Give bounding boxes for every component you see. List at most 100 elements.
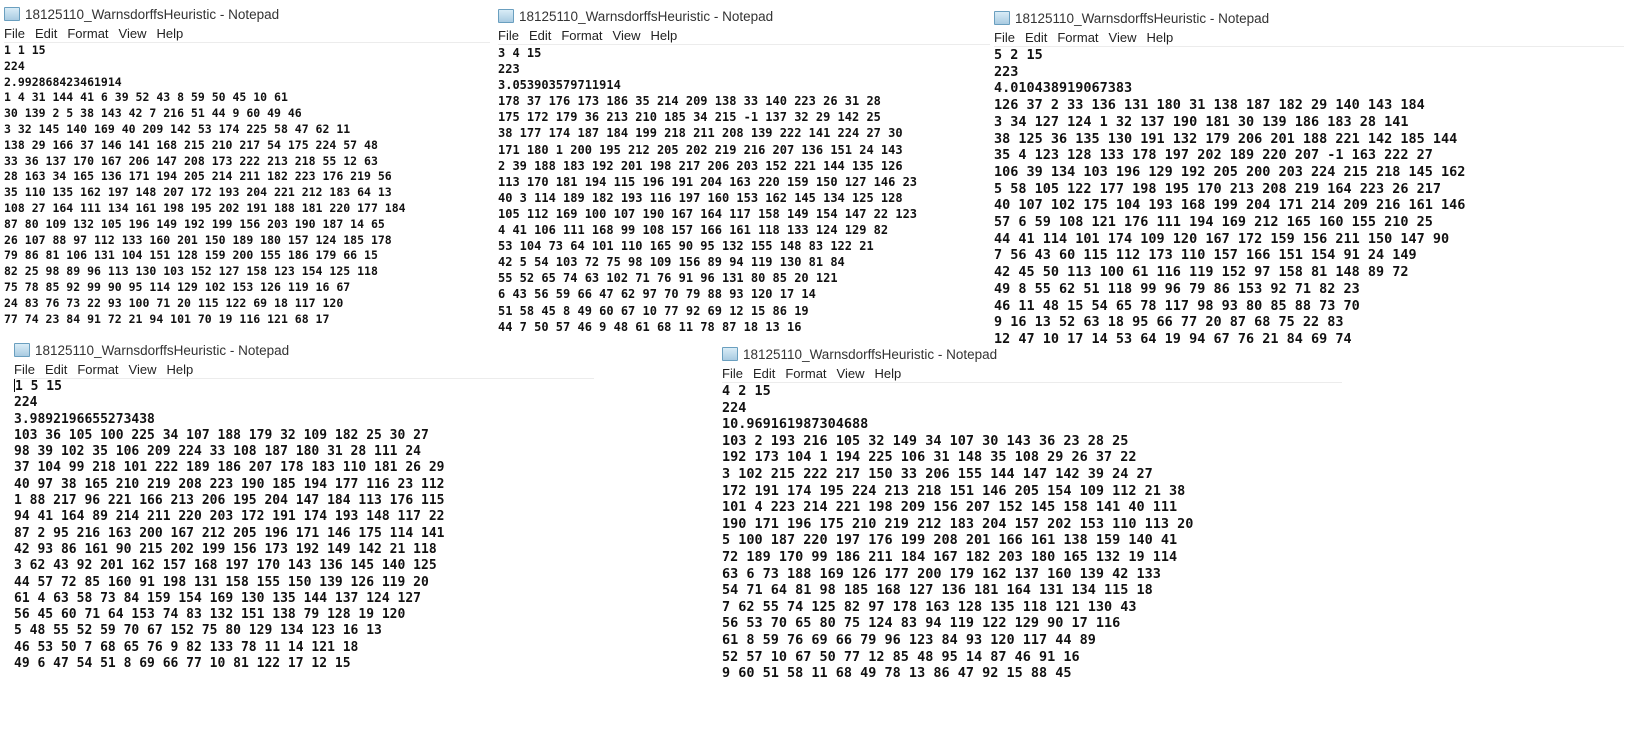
text-line: 106 39 134 103 196 129 192 205 200 203 2… (994, 163, 1466, 180)
notepad-window-1: 18125110_WarnsdorffsHeuristic - Notepad … (4, 4, 490, 328)
window-title: 18125110_WarnsdorffsHeuristic - Notepad (1015, 10, 1270, 26)
text-line: 87 80 109 132 105 196 149 192 199 156 20… (4, 216, 385, 231)
text-line: 61 4 63 58 73 84 159 154 169 130 135 144… (14, 590, 421, 606)
text-area[interactable]: 1 5 15 224 3.9892196655273438 103 36 105 10… (14, 379, 594, 672)
text-line: 113 170 181 194 115 196 191 204 163 220 … (498, 174, 918, 189)
menu-edit[interactable]: Edit (753, 366, 775, 381)
text-line: 46 53 50 7 68 65 76 9 82 133 78 11 14 12… (14, 639, 359, 655)
menu-bar: File Edit Format View Help (14, 360, 594, 379)
window-title: 18125110_WarnsdorffsHeuristic - Notepad (25, 6, 280, 22)
title-bar[interactable]: 18125110_WarnsdorffsHeuristic - Notepad (722, 344, 1342, 364)
text-line: 223 (994, 63, 1019, 80)
text-area[interactable]: 1 1 15 224 2.992868423461914 1 4 31 144 41 … (4, 43, 490, 327)
notepad-window-4: 18125110_WarnsdorffsHeuristic - Notepad … (14, 340, 594, 673)
notepad-window-2: 18125110_WarnsdorffsHeuristic - Notepad … (498, 6, 990, 335)
notepad-icon (14, 343, 30, 357)
text-line: 3.9892196655273438 (14, 411, 155, 427)
title-bar[interactable]: 18125110_WarnsdorffsHeuristic - Notepad (498, 6, 990, 26)
text-line: 38 177 174 187 184 199 218 211 208 139 2… (498, 126, 903, 141)
menu-edit[interactable]: Edit (1025, 30, 1047, 45)
menu-help[interactable]: Help (156, 26, 183, 41)
text-line: 98 39 102 35 106 209 224 33 108 187 180 … (14, 444, 421, 460)
menu-edit[interactable]: Edit (45, 362, 67, 377)
text-line: 56 53 70 65 80 75 124 83 94 119 122 129 … (722, 615, 1121, 632)
text-line: 1 5 15 (14, 379, 594, 395)
text-line: 49 6 47 54 51 8 69 66 77 10 81 122 17 12… (14, 656, 351, 672)
text-line: 30 139 2 5 38 143 42 7 216 51 44 9 60 49… (4, 106, 302, 121)
notepad-window-3: 18125110_WarnsdorffsHeuristic - Notepad … (994, 8, 1624, 348)
text-line: 224 (722, 399, 747, 416)
text-line: 103 36 105 100 225 34 107 188 179 32 109… (14, 427, 429, 443)
text-line: 51 58 45 8 49 60 67 10 77 92 69 12 15 86… (498, 303, 809, 318)
menu-help[interactable]: Help (874, 366, 901, 381)
text-line: 190 171 196 175 210 219 212 183 204 157 … (722, 515, 1194, 532)
menu-edit[interactable]: Edit (529, 28, 551, 43)
title-bar[interactable]: 18125110_WarnsdorffsHeuristic - Notepad (994, 8, 1624, 28)
text-line: 3 34 127 124 1 32 137 190 181 30 139 186… (994, 113, 1409, 130)
text-line: 9 60 51 58 11 68 49 78 13 86 47 92 15 88… (722, 665, 1072, 682)
menu-help[interactable]: Help (650, 28, 677, 43)
window-title: 18125110_WarnsdorffsHeuristic - Notepad (519, 8, 774, 24)
menu-view[interactable]: View (119, 26, 147, 41)
text-line: 138 29 166 37 146 141 168 215 210 217 54… (4, 137, 378, 152)
menu-view[interactable]: View (613, 28, 641, 43)
text-line: 126 37 2 33 136 131 180 31 138 187 182 2… (994, 97, 1425, 114)
menu-file[interactable]: File (14, 362, 35, 377)
notepad-window-5: 18125110_WarnsdorffsHeuristic - Notepad … (722, 344, 1342, 682)
text-line: 105 112 169 100 107 190 167 164 117 158 … (498, 206, 918, 221)
text-line: 63 6 73 188 169 126 177 200 179 162 137 … (722, 565, 1161, 582)
text-line: 101 4 223 214 221 198 209 156 207 152 14… (722, 499, 1178, 516)
text-line: 35 110 135 162 197 148 207 172 193 204 2… (4, 185, 392, 200)
text-line: 103 2 193 216 105 32 149 34 107 30 143 3… (722, 432, 1129, 449)
menu-view[interactable]: View (837, 366, 865, 381)
text-line: 40 3 114 189 182 193 116 197 160 153 162… (498, 190, 903, 205)
text-line: 40 97 38 165 210 219 208 223 190 185 194… (14, 476, 445, 492)
title-bar[interactable]: 18125110_WarnsdorffsHeuristic - Notepad (4, 4, 490, 24)
text-line: 4 41 106 111 168 99 108 157 166 161 118 … (498, 223, 889, 238)
menu-file[interactable]: File (498, 28, 519, 43)
text-line: 42 45 50 113 100 61 116 119 152 97 158 8… (994, 264, 1409, 281)
text-line: 55 52 65 74 63 102 71 76 91 96 131 80 85… (498, 271, 838, 286)
text-line: 7 62 55 74 125 82 97 178 163 128 135 118… (722, 598, 1137, 615)
menu-format[interactable]: Format (77, 362, 118, 377)
text-line: 94 41 164 89 214 211 220 203 172 191 174… (14, 509, 445, 525)
menu-help[interactable]: Help (166, 362, 193, 377)
text-area[interactable]: 4 2 15 224 10.969161987304688 103 2 193 216… (722, 383, 1342, 682)
text-line: 42 93 86 161 90 215 202 199 156 173 192 … (14, 541, 437, 557)
notepad-icon (994, 11, 1010, 25)
menu-bar: File Edit Format View Help (722, 364, 1342, 383)
text-area[interactable]: 3 4 15 223 3.053903579711914 178 37 176 173… (498, 45, 990, 335)
menu-view[interactable]: View (129, 362, 157, 377)
text-line: 1 4 31 144 41 6 39 52 43 8 59 50 45 10 6… (4, 90, 288, 105)
text-line: 24 83 76 73 22 93 100 71 20 115 122 69 1… (4, 295, 344, 310)
text-line: 42 5 54 103 72 75 98 109 156 89 94 119 1… (498, 255, 845, 270)
text-line: 49 8 55 62 51 118 99 96 79 86 153 92 71 … (994, 280, 1360, 297)
menu-help[interactable]: Help (1146, 30, 1173, 45)
text-line: 108 27 164 111 134 161 198 195 202 191 1… (4, 200, 406, 215)
menu-format[interactable]: Format (1057, 30, 1098, 45)
menu-format[interactable]: Format (785, 366, 826, 381)
menu-bar: File Edit Format View Help (498, 26, 990, 45)
text-line: 175 172 179 36 213 210 185 34 215 -1 137… (498, 110, 881, 125)
text-line: 52 57 10 67 50 77 12 85 48 95 14 87 46 9… (722, 648, 1080, 665)
text-line: 38 125 36 135 130 191 132 179 206 201 18… (994, 130, 1458, 147)
menu-edit[interactable]: Edit (35, 26, 57, 41)
menu-file[interactable]: File (4, 26, 25, 41)
text-line: 40 107 102 175 104 193 168 199 204 171 2… (994, 197, 1466, 214)
menu-view[interactable]: View (1109, 30, 1137, 45)
menu-file[interactable]: File (722, 366, 743, 381)
text-line: 4 2 15 (722, 383, 771, 399)
text-line: 224 (14, 395, 38, 411)
text-line: 3 32 145 140 169 40 209 142 53 174 225 5… (4, 121, 351, 136)
text-line: 224 (4, 58, 25, 73)
text-line: 57 6 59 108 121 176 111 194 169 212 165 … (994, 214, 1433, 231)
text-area[interactable]: 5 2 15 223 4.010438919067383 126 37 2 33 13… (994, 47, 1624, 348)
text-line: 5 58 105 122 177 198 195 170 213 208 219… (994, 180, 1442, 197)
title-bar[interactable]: 18125110_WarnsdorffsHeuristic - Notepad (14, 340, 594, 360)
text-line: 77 74 23 84 91 72 21 94 101 70 19 116 12… (4, 311, 330, 326)
notepad-icon (498, 9, 514, 23)
menu-format[interactable]: Format (561, 28, 602, 43)
menu-format[interactable]: Format (67, 26, 108, 41)
text-line: 3 102 215 222 217 150 33 206 155 144 147… (722, 465, 1153, 482)
menu-file[interactable]: File (994, 30, 1015, 45)
